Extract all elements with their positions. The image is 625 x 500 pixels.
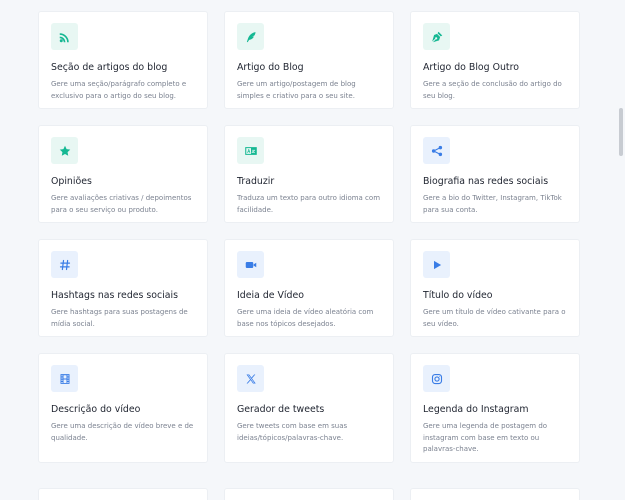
card-description: Gere um título de vídeo cativante para o… [423, 308, 566, 328]
template-card-partial[interactable] [224, 488, 394, 500]
card-description: Gere hashtags para suas postagens de míd… [51, 308, 188, 328]
card-description: Gere a bio do Twitter, Instagram, TikTok… [423, 194, 562, 214]
template-card-blog-article[interactable]: Artigo do Blog Gere um artigo/postagem d… [224, 11, 394, 109]
card-title: Artigo do Blog Outro [423, 62, 519, 73]
template-card-video-description[interactable]: Descrição do vídeo Gere uma descrição de… [38, 353, 208, 463]
film-icon [51, 365, 78, 392]
card-description: Traduza um texto para outro idioma com f… [237, 194, 381, 214]
template-card-partial[interactable] [38, 488, 208, 500]
card-title: Legenda do Instagram [423, 404, 529, 415]
card-title: Artigo do Blog [237, 62, 304, 73]
template-card-blog-section[interactable]: Seção de artigos do blog Gere uma seção/… [38, 11, 208, 109]
template-card-partial[interactable] [410, 488, 580, 500]
card-title: Gerador de tweets [237, 404, 325, 415]
card-description: Gere avaliações criativas / depoimentos … [51, 194, 192, 214]
templates-page: Seção de artigos do blog Gere uma seção/… [0, 0, 625, 500]
card-title: Traduzir [237, 176, 275, 187]
card-description: Gere uma ideia de vídeo aleatória com ba… [237, 308, 374, 328]
card-description: Gere um artigo/postagem de blog simples … [237, 80, 356, 100]
play-icon [423, 251, 450, 278]
card-description: Gere uma seção/parágrafo completo e excl… [51, 80, 187, 100]
scrollbar-thumb[interactable] [619, 108, 623, 156]
template-card-social-bio[interactable]: Biografia nas redes sociais Gere a bio d… [410, 125, 580, 223]
template-grid: Seção de artigos do blog Gere uma seção/… [38, 11, 580, 463]
card-title: Hashtags nas redes sociais [51, 290, 179, 301]
card-title: Título do vídeo [423, 290, 493, 301]
pen-nib-icon [423, 23, 450, 50]
card-description: Gere uma legenda de postagem do instagra… [423, 422, 548, 453]
template-card-instagram-caption[interactable]: Legenda do Instagram Gere uma legenda de… [410, 353, 580, 463]
x-twitter-icon [237, 365, 264, 392]
card-description: Gere a seção de conclusão do artigo do s… [423, 80, 562, 100]
instagram-icon [423, 365, 450, 392]
pen-icon [237, 23, 264, 50]
card-title: Ideia de Vídeo [237, 290, 304, 301]
template-card-reviews[interactable]: Opiniões Gere avaliações criativas / dep… [38, 125, 208, 223]
card-title: Opiniões [51, 176, 92, 187]
rss-icon [51, 23, 78, 50]
template-card-video-title[interactable]: Título do vídeo Gere um título de vídeo … [410, 239, 580, 337]
hashtag-icon [51, 251, 78, 278]
language-icon [237, 137, 264, 164]
template-card-video-idea[interactable]: Ideia de Vídeo Gere uma ideia de vídeo a… [224, 239, 394, 337]
template-card-tweet-generator[interactable]: Gerador de tweets Gere tweets com base e… [224, 353, 394, 463]
card-description: Gere tweets com base em suas ideias/tópi… [237, 422, 348, 442]
template-card-blog-outro[interactable]: Artigo do Blog Outro Gere a seção de con… [410, 11, 580, 109]
card-description: Gere uma descrição de vídeo breve e de q… [51, 422, 194, 442]
star-icon [51, 137, 78, 164]
scrollbar[interactable] [616, 0, 625, 500]
card-title: Descrição do vídeo [51, 404, 141, 415]
template-card-translate[interactable]: Traduzir Traduza um texto para outro idi… [224, 125, 394, 223]
video-camera-icon [237, 251, 264, 278]
card-title: Biografia nas redes sociais [423, 176, 549, 187]
share-icon [423, 137, 450, 164]
card-title: Seção de artigos do blog [51, 62, 168, 73]
template-card-hashtags[interactable]: Hashtags nas redes sociais Gere hashtags… [38, 239, 208, 337]
